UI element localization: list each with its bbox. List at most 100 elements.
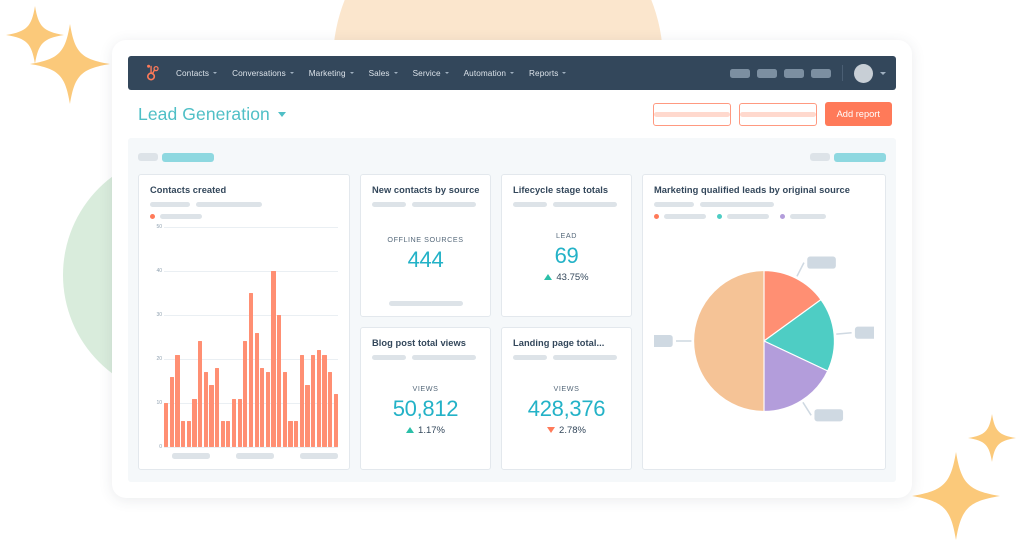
bar[interactable] [248, 293, 254, 447]
hubspot-sprocket-icon[interactable] [142, 63, 162, 83]
bar[interactable] [237, 398, 242, 447]
nav-item-reports[interactable]: Reports [529, 68, 567, 78]
pie-slice-label-placeholder [807, 256, 836, 269]
header-actions: Add report [652, 102, 892, 126]
bar[interactable] [271, 271, 276, 447]
bar[interactable] [220, 420, 225, 447]
pie-legend [654, 214, 874, 219]
nav-item-label: Marketing [308, 68, 346, 78]
bar[interactable] [186, 420, 191, 447]
bar[interactable] [203, 372, 208, 447]
chevron-down-icon [510, 72, 515, 74]
bar[interactable] [277, 315, 282, 447]
legend-label-placeholder [790, 214, 826, 219]
bar[interactable] [254, 332, 259, 447]
card-subtitle-placeholders [654, 202, 874, 207]
triangle-up-icon [406, 427, 415, 433]
kpi-label: OFFLINE SOURCES [387, 235, 464, 244]
dashboard-filter-left[interactable] [138, 152, 214, 162]
page-title-text: Lead Generation [138, 103, 270, 124]
avatar[interactable] [854, 63, 873, 83]
kpi-label: VIEWS [412, 383, 439, 393]
bar[interactable] [333, 394, 338, 447]
bar[interactable] [311, 354, 316, 447]
legend-dot-icon [717, 214, 722, 219]
nav-item-automation[interactable]: Automation [464, 69, 515, 78]
placeholder-bar [700, 202, 774, 207]
secondary-action-button-1[interactable] [652, 102, 731, 126]
bar[interactable] [282, 372, 288, 447]
nav-item-conversations[interactable]: Conversations [232, 69, 294, 78]
y-axis-tick-label: 40 [156, 268, 162, 274]
nav-action-placeholder[interactable] [811, 68, 831, 78]
bar[interactable] [164, 403, 169, 447]
pie-slice-label-placeholder [854, 326, 884, 339]
bar[interactable] [260, 367, 265, 447]
card-title: Landing page total... [513, 338, 605, 348]
chart-legend [150, 214, 338, 219]
nav-item-service[interactable]: Service [413, 69, 449, 78]
bar[interactable] [169, 376, 174, 447]
bar[interactable] [316, 350, 321, 447]
card-contacts-created[interactable]: Contacts created 0 10 20 30 40 50 [138, 174, 350, 470]
sparkle-icon [968, 414, 1016, 462]
triangle-up-icon [544, 274, 553, 280]
sparkle-icon [912, 452, 1000, 540]
nav-action-placeholder[interactable] [784, 68, 804, 78]
bar[interactable] [231, 398, 237, 447]
bar[interactable] [305, 385, 310, 447]
placeholder-bar [388, 301, 463, 306]
bar[interactable] [175, 354, 180, 447]
bar[interactable] [299, 354, 305, 447]
legend-label-placeholder [664, 214, 706, 219]
bar[interactable] [322, 354, 327, 447]
page-title[interactable]: Lead Generation [138, 104, 286, 125]
bar[interactable] [294, 420, 299, 447]
bar[interactable] [265, 372, 271, 447]
dashboard-cards: Contacts created 0 10 20 30 40 50 New co… [138, 174, 886, 470]
nav-item-label: Reports [529, 68, 559, 78]
chevron-down-icon [393, 72, 398, 74]
kpi-delta: 1.17% [406, 425, 445, 436]
nav-item-label: Contacts [176, 68, 210, 78]
bar-chart: 0 10 20 30 40 50 [150, 224, 338, 450]
kpi-delta-value: 2.78% [559, 424, 586, 436]
legend-label-placeholder [727, 214, 769, 219]
y-axis-tick-label: 30 [156, 312, 162, 318]
card-lifecycle-stage-totals[interactable]: Lifecycle stage totals LEAD 69 43.75% [501, 174, 632, 317]
kpi-delta: 43.75% [544, 272, 589, 283]
filter-value-placeholder [834, 152, 886, 162]
nav-item-sales[interactable]: Sales [369, 69, 398, 78]
card-new-contacts-by-source[interactable]: New contacts by source OFFLINE SOURCES 4… [360, 174, 491, 317]
card-blog-post-total-views[interactable]: Blog post total views VIEWS 50,812 1.17% [360, 327, 491, 470]
kpi-value: 50,812 [392, 395, 459, 421]
pie-slice[interactable] [693, 270, 765, 412]
kpi-column-left: New contacts by source OFFLINE SOURCES 4… [360, 174, 491, 470]
chevron-down-icon[interactable] [880, 71, 886, 75]
secondary-action-button-2[interactable] [738, 102, 817, 126]
kpi-label: LEAD [556, 230, 577, 240]
bar[interactable] [226, 420, 231, 447]
bar[interactable] [288, 420, 293, 447]
x-axis-placeholders [172, 453, 338, 459]
add-report-button[interactable]: Add report [824, 102, 892, 126]
card-landing-page-total-views[interactable]: Landing page total... VIEWS 428,376 2.78… [501, 327, 632, 470]
card-title: Lifecycle stage totals [513, 185, 609, 195]
bar[interactable] [328, 372, 333, 447]
placeholder-bar [196, 202, 262, 207]
nav-action-placeholder[interactable] [757, 68, 777, 78]
chevron-down-icon[interactable] [277, 111, 286, 117]
nav-item-label: Service [412, 68, 441, 78]
bar[interactable] [192, 398, 197, 447]
dashboard-filter-right[interactable] [810, 152, 886, 162]
bar[interactable] [197, 341, 203, 447]
card-mql-by-original-source[interactable]: Marketing qualified leads by original so… [642, 174, 886, 470]
bar[interactable] [214, 367, 220, 447]
bar[interactable] [180, 420, 186, 447]
nav-action-placeholder[interactable] [730, 68, 750, 78]
bar[interactable] [243, 341, 248, 447]
nav-item-contacts[interactable]: Contacts [176, 68, 218, 78]
placeholder-bar [236, 453, 274, 459]
bar[interactable] [209, 385, 214, 447]
nav-item-marketing[interactable]: Marketing [309, 69, 354, 78]
